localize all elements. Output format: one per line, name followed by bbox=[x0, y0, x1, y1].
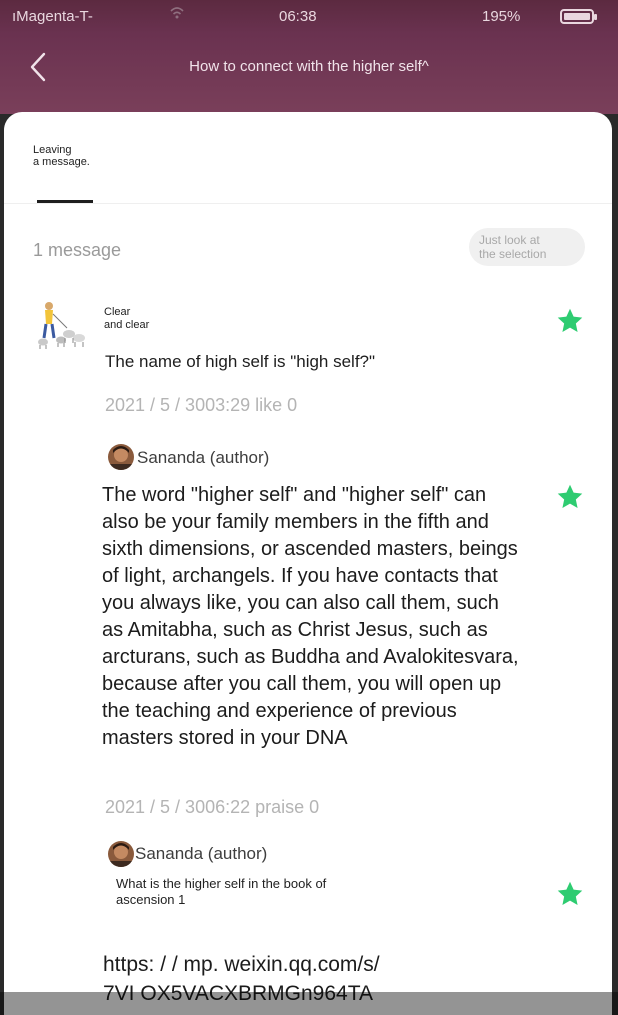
selection-filter-button[interactable]: Just look at the selection bbox=[469, 228, 585, 266]
avatar[interactable] bbox=[33, 298, 91, 350]
battery-percentage: 195% bbox=[482, 8, 521, 25]
divider bbox=[4, 203, 612, 204]
status-bar: ıMagenta-T- 06:38 195% bbox=[0, 0, 618, 34]
comment-meta: 2021 / 5 / 3003:29 like 0 bbox=[105, 395, 298, 415]
star-icon[interactable] bbox=[556, 880, 584, 908]
reply-text: What is the higher self in the book of a… bbox=[116, 876, 327, 907]
back-button[interactable] bbox=[24, 50, 58, 84]
reply-text: The word "higher self" and "higher self"… bbox=[102, 484, 519, 749]
author-avatar-icon bbox=[108, 444, 134, 470]
wifi-icon bbox=[170, 6, 184, 23]
battery-icon bbox=[560, 9, 597, 24]
reply-author: Sananda (author) bbox=[135, 844, 268, 863]
page-title: How to connect with the higher self^ bbox=[189, 58, 429, 75]
nav-bar: How to connect with the higher self^ bbox=[0, 34, 618, 114]
author-avatar[interactable] bbox=[108, 841, 134, 867]
carrier-label: ıMagenta-T- bbox=[12, 8, 93, 25]
star-icon[interactable] bbox=[556, 483, 584, 511]
author-avatar-icon bbox=[108, 841, 134, 867]
bottom-overlay bbox=[0, 992, 618, 1015]
reply-meta: 2021 / 5 / 3006:22 praise 0 bbox=[105, 797, 320, 817]
tab-leave-message[interactable]: Leaving a message. bbox=[33, 144, 90, 168]
message-count: 1 message bbox=[33, 240, 122, 260]
star-icon[interactable] bbox=[556, 307, 584, 335]
tab-label: Leaving a message. bbox=[33, 144, 90, 168]
filter-label: Just look at the selection bbox=[479, 233, 547, 261]
clock: 06:38 bbox=[279, 8, 317, 25]
author-avatar[interactable] bbox=[108, 444, 134, 470]
comments-sheet: Leaving a message. 1 message Just look a… bbox=[4, 112, 612, 1015]
reply-author: Sananda (author) bbox=[137, 448, 270, 467]
chevron-left-icon bbox=[30, 52, 46, 82]
dog-walker-avatar-icon bbox=[33, 298, 91, 350]
comment-text: The name of high self is "high self?" bbox=[105, 352, 376, 371]
commenter-name: Clear and clear bbox=[104, 306, 150, 331]
